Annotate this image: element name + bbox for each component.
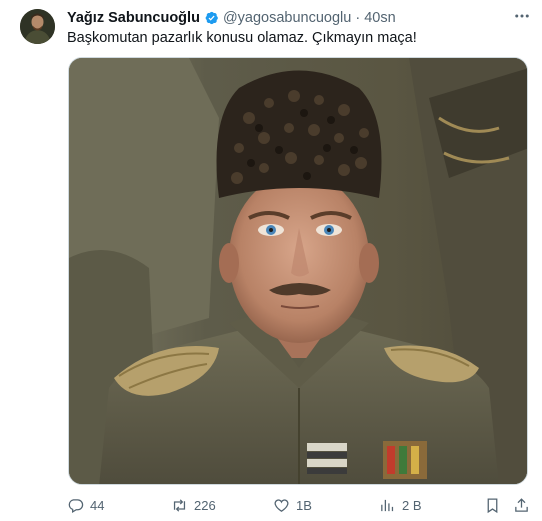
- action-bar: 44 226 1B 2 B: [67, 494, 528, 516]
- bookmark-icon: [487, 497, 498, 513]
- bookmark-button[interactable]: [484, 494, 501, 516]
- views-button[interactable]: 2 B: [379, 494, 422, 516]
- repost-count: 226: [194, 497, 216, 513]
- like-button[interactable]: 1B: [273, 494, 312, 516]
- like-icon: [274, 498, 289, 512]
- tweet-header: Yağız Sabuncuoğlu @yagosabuncuoglu · 40s…: [67, 8, 526, 28]
- views-count: 2 B: [402, 497, 422, 513]
- avatar[interactable]: [20, 9, 55, 44]
- like-count: 1B: [296, 497, 312, 513]
- more-icon[interactable]: [512, 6, 532, 26]
- reply-button[interactable]: 44: [67, 494, 104, 516]
- repost-icon: [173, 498, 186, 512]
- separator-dot: ·: [355, 10, 361, 26]
- share-button[interactable]: [513, 494, 530, 516]
- share-icon: [515, 497, 528, 512]
- repost-button[interactable]: 226: [171, 494, 216, 516]
- tweet-photo[interactable]: [68, 57, 528, 485]
- reply-count: 44: [90, 497, 105, 513]
- tweet-card: Yağız Sabuncuoğlu @yagosabuncuoglu · 40s…: [0, 0, 542, 521]
- timestamp[interactable]: 40sn: [364, 10, 395, 26]
- author-display-name[interactable]: Yağız Sabuncuoğlu: [67, 10, 200, 26]
- author-handle[interactable]: @yagosabuncuoglu: [223, 10, 351, 26]
- views-icon: [381, 499, 394, 511]
- verified-badge-icon: [203, 10, 219, 26]
- reply-icon: [68, 498, 84, 513]
- tweet-text: Başkomutan pazarlık konusu olamaz. Çıkma…: [67, 30, 417, 46]
